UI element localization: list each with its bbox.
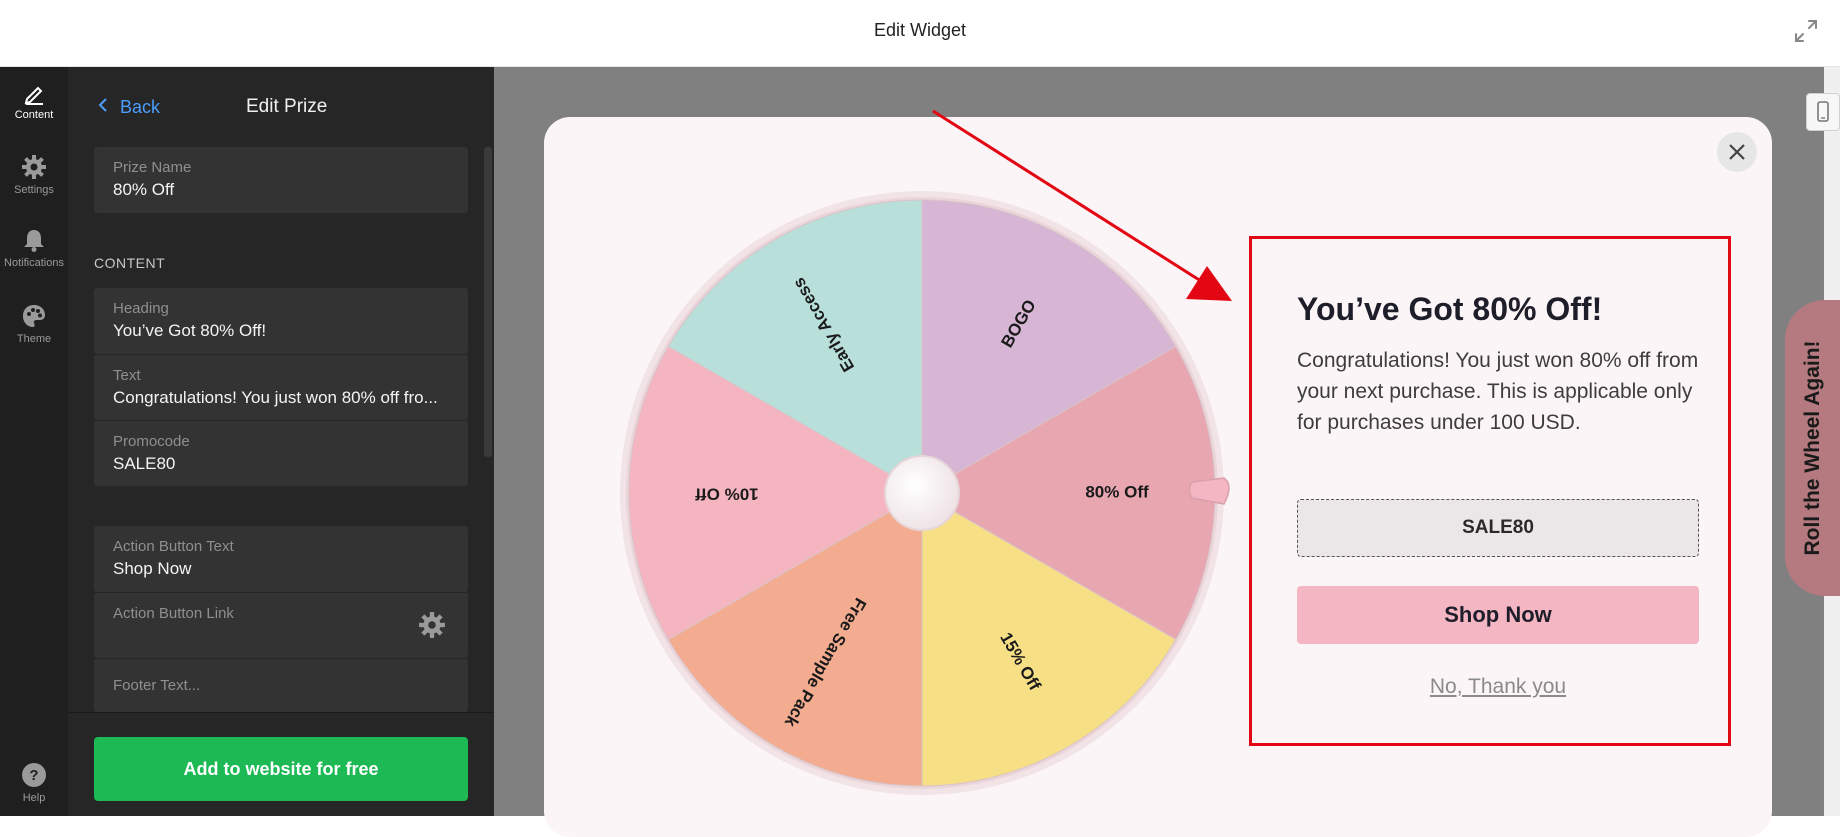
panel-title: Edit Prize xyxy=(246,96,328,117)
prize-result-box: You’ve Got 80% Off! Congratulations! You… xyxy=(1249,236,1731,746)
back-button[interactable]: Back xyxy=(98,97,160,118)
text-field[interactable]: Text Congratulations! You just won 80% o… xyxy=(94,354,468,420)
help-icon: ? xyxy=(22,763,46,787)
wheel-hub xyxy=(884,455,960,531)
promocode-value: SALE80 xyxy=(113,454,176,473)
prize-name-value: 80% Off xyxy=(113,180,175,199)
svg-text:?: ? xyxy=(29,767,38,784)
action-button-link-label: Action Button Link xyxy=(113,605,234,622)
result-text: Congratulations! You just won 80% off fr… xyxy=(1297,349,1699,434)
rail-item-help[interactable]: ? Help xyxy=(0,762,68,804)
chevron-left-icon xyxy=(98,97,108,118)
panel-scrollbar[interactable] xyxy=(484,147,492,457)
window-title: Edit Widget xyxy=(873,20,967,40)
roll-again-label: Roll the Wheel Again! xyxy=(1800,340,1824,556)
rail-item-notifications[interactable]: Notifications xyxy=(0,227,68,269)
prize-wheel[interactable]: BOGO80% Off15% OffFree Sample Pack10% Of… xyxy=(612,188,1232,808)
panel-header: Back Edit Prize xyxy=(68,67,494,147)
mobile-preview-button[interactable] xyxy=(1806,93,1840,131)
rail-item-settings[interactable]: Settings xyxy=(0,154,68,196)
heading-value: You’ve Got 80% Off! xyxy=(113,321,267,340)
footer-text-placeholder: Footer Text... xyxy=(113,677,201,694)
rail-item-theme[interactable]: Theme xyxy=(0,303,68,345)
rail-label-theme: Theme xyxy=(16,333,52,345)
panel-footer: Add to website for free xyxy=(68,712,494,816)
roll-again-tab[interactable]: Roll the Wheel Again! xyxy=(1785,300,1840,596)
promocode-field[interactable]: Promocode SALE80 xyxy=(94,420,468,486)
palette-icon xyxy=(23,305,45,327)
prize-name-field[interactable]: Prize Name 80% Off xyxy=(94,147,468,213)
bell-icon xyxy=(24,230,44,252)
prize-name-label: Prize Name xyxy=(113,159,192,176)
add-to-website-button[interactable]: Add to website for free xyxy=(94,737,468,801)
action-button-text-value: Shop Now xyxy=(113,559,192,578)
action-button-text-field[interactable]: Action Button Text Shop Now xyxy=(94,526,468,592)
rail-label-settings: Settings xyxy=(14,184,54,196)
rail-item-content[interactable]: Content xyxy=(0,83,68,121)
wheel-segment-label: 10% Off xyxy=(695,485,759,504)
footer-text-field[interactable]: Footer Text... xyxy=(94,658,468,712)
mobile-device-icon xyxy=(1817,101,1829,122)
action-button-text-label: Action Button Text xyxy=(113,538,234,555)
no-thank-you-link[interactable]: No, Thank you xyxy=(1297,675,1699,699)
icon-rail: Content Settings Notifications Theme xyxy=(0,67,68,816)
rail-label-help: Help xyxy=(22,792,46,804)
link-settings-gear-icon[interactable] xyxy=(418,611,446,644)
top-bar: Edit Widget xyxy=(0,0,1840,67)
shop-now-button[interactable]: Shop Now xyxy=(1297,586,1699,644)
heading-label: Heading xyxy=(113,300,169,317)
promocode-label: Promocode xyxy=(113,433,190,450)
action-button-link-field[interactable]: Action Button Link xyxy=(94,592,468,658)
text-label: Text xyxy=(113,367,141,384)
editor-panel: Back Edit Prize Prize Name 80% Off CONTE… xyxy=(68,67,494,816)
back-label: Back xyxy=(120,97,161,117)
expand-icon[interactable] xyxy=(1792,17,1820,45)
heading-field[interactable]: Heading You’ve Got 80% Off! xyxy=(94,288,468,354)
close-icon xyxy=(1729,144,1745,160)
close-button[interactable] xyxy=(1717,132,1757,172)
gear-icon xyxy=(22,155,46,179)
pencil-icon xyxy=(24,86,43,105)
content-section-label: CONTENT xyxy=(94,255,166,271)
rail-label-content: Content xyxy=(14,109,54,121)
promo-code-box[interactable]: SALE80 xyxy=(1297,499,1699,557)
text-value: Congratulations! You just won 80% off fr… xyxy=(113,388,438,407)
result-heading: You’ve Got 80% Off! xyxy=(1297,291,1603,327)
rail-label-notifications: Notifications xyxy=(4,257,64,269)
wheel-segment-label: 80% Off xyxy=(1085,482,1149,501)
